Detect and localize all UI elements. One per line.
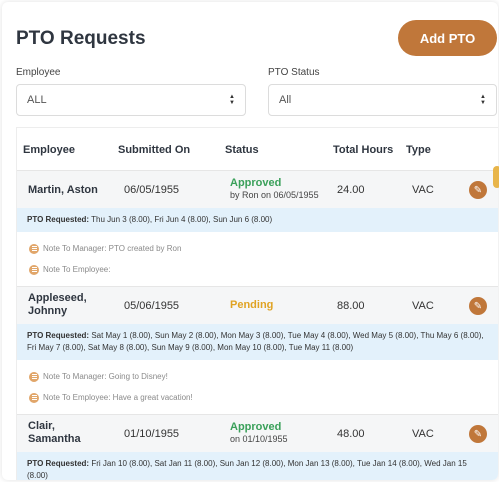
table-row[interactable]: Martin, Aston 06/05/1955 Approved by Ron… <box>17 170 498 208</box>
submitted-on: 01/10/1955 <box>124 428 180 440</box>
status-filter-label: PTO Status <box>268 67 320 78</box>
table-row[interactable]: Clair, Samantha 01/10/1955 Approved on 0… <box>17 414 498 452</box>
employee-name-line: Samantha <box>28 433 81 445</box>
add-pto-button[interactable]: Add PTO <box>398 20 497 56</box>
employee-filter-label: Employee <box>16 67 61 78</box>
pto-table: Employee Submitted On Status Total Hours… <box>16 127 498 480</box>
employee-name-line: Clair, <box>28 420 55 432</box>
total-hours: 24.00 <box>337 184 365 196</box>
employee-name-line: Appleseed, <box>28 292 87 304</box>
col-hours: Total Hours <box>333 144 394 156</box>
status-detail: by Ron on 06/05/1955 <box>230 190 319 200</box>
pto-type: VAC <box>412 428 434 440</box>
note-icon <box>29 243 39 254</box>
note-to-manager: Note To Manager: Going to Disney! <box>29 366 488 387</box>
col-status: Status <box>225 144 259 156</box>
status-badge: Approved <box>230 421 282 433</box>
status-badge: Pending <box>230 299 274 311</box>
total-hours: 88.00 <box>337 300 365 312</box>
select-arrows-icon: ▲ ▼ <box>229 94 235 106</box>
pto-requested-days: PTO Requested: Sat May 1 (8.00), Sun May… <box>17 324 498 360</box>
note-icon <box>29 371 39 382</box>
side-tab[interactable] <box>493 166 499 188</box>
status-cell: Pending <box>230 299 273 311</box>
total-hours: 48.00 <box>337 428 365 440</box>
pto-requested-label: PTO Requested: <box>27 459 90 468</box>
status-cell: Approved on 01/10/1955 <box>230 421 288 444</box>
note-to-manager: Note To Manager: PTO created by Ron <box>29 238 488 259</box>
notes-section: Note To Manager: Going to Disney! Note T… <box>17 360 498 414</box>
pto-requested-days: PTO Requested: Thu Jun 3 (8.00), Fri Jun… <box>17 208 498 232</box>
pto-requested-label: PTO Requested: <box>27 215 90 224</box>
note-icon <box>29 264 39 275</box>
submitted-on: 05/06/1955 <box>124 300 180 312</box>
note-icon <box>29 392 39 403</box>
edit-pencil-icon[interactable]: ✎ <box>469 181 487 199</box>
select-arrows-icon: ▲ ▼ <box>480 94 486 106</box>
pto-requested-days: PTO Requested: Fri Jan 10 (8.00), Sat Ja… <box>17 452 498 480</box>
submitted-on: 06/05/1955 <box>124 184 180 196</box>
employee-name: Clair, Samantha <box>28 420 81 446</box>
note-text: Note To Employee: <box>43 265 111 274</box>
employee-name: Appleseed, Johnny <box>28 292 87 318</box>
note-text: Note To Manager: Going to Disney! <box>43 372 168 381</box>
employee-name: Martin, Aston <box>28 184 98 196</box>
pto-panel: PTO Requests Add PTO Employee ALL ▲ ▼ PTO… <box>2 2 498 480</box>
status-badge: Approved <box>230 177 282 189</box>
employee-name-line: Johnny <box>28 305 68 317</box>
status-cell: Approved by Ron on 06/05/1955 <box>230 177 319 200</box>
edit-pencil-icon[interactable]: ✎ <box>469 425 487 443</box>
col-employee: Employee <box>23 144 75 156</box>
table-row[interactable]: Appleseed, Johnny 05/06/1955 Pending 88.… <box>17 286 498 324</box>
notes-section: Note To Manager: PTO created by Ron Note… <box>17 232 498 286</box>
table-header: Employee Submitted On Status Total Hours… <box>17 128 498 170</box>
note-text: Note To Employee: Have a great vacation! <box>43 393 193 402</box>
employee-select[interactable]: ALL ▲ ▼ <box>16 84 246 116</box>
note-to-employee: Note To Employee: Have a great vacation! <box>29 387 488 408</box>
pto-type: VAC <box>412 300 434 312</box>
page-title: PTO Requests <box>16 28 146 49</box>
note-to-employee: Note To Employee: <box>29 259 488 280</box>
col-submitted: Submitted On <box>118 144 191 156</box>
pto-days-text: Fri Jan 10 (8.00), Sat Jan 11 (8.00), Su… <box>27 459 467 480</box>
pto-requested-label: PTO Requested: <box>27 331 90 340</box>
pto-days-text: Thu Jun 3 (8.00), Fri Jun 4 (8.00), Sun … <box>91 215 273 224</box>
employee-select-value: ALL <box>27 94 47 106</box>
col-type: Type <box>406 144 431 156</box>
pto-days-text: Sat May 1 (8.00), Sun May 2 (8.00), Mon … <box>27 331 484 352</box>
status-detail: on 01/10/1955 <box>230 434 288 444</box>
pto-type: VAC <box>412 184 434 196</box>
status-select[interactable]: All ▲ ▼ <box>268 84 497 116</box>
status-select-value: All <box>279 94 292 106</box>
edit-pencil-icon[interactable]: ✎ <box>469 297 487 315</box>
note-text: Note To Manager: PTO created by Ron <box>43 244 182 253</box>
